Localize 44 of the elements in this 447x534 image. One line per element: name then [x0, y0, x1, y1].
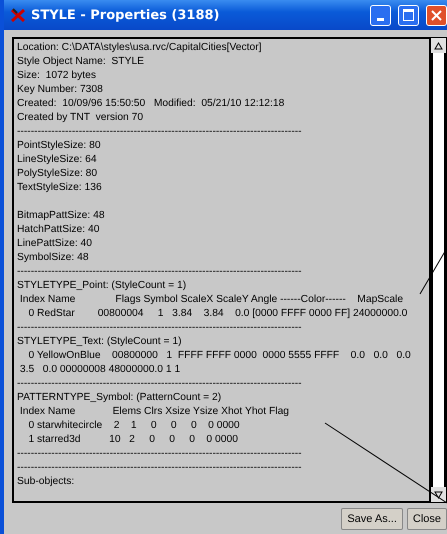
close-button[interactable]: [426, 4, 447, 26]
down-triangle-icon: [434, 490, 443, 498]
scroll-down-button[interactable]: [431, 487, 446, 502]
properties-line: SymbolSize: 48: [17, 251, 90, 265]
properties-line: TextStyleSize: 136: [17, 181, 103, 195]
properties-line: PATTERNTYPE_Symbol: (PatternCount = 2): [17, 391, 222, 405]
properties-line: Index Name Flags Symbol ScaleX ScaleY Angle ------Color------ MapScale: [18, 293, 404, 307]
vertical-scrollbar[interactable]: [430, 37, 447, 503]
properties-line: -----------------------------------------------------------------------------------: [17, 321, 303, 335]
properties-line: Created: 10/09/96 15:50:50 Modified: 05/21/10 12:12:18: [17, 97, 286, 111]
close-dialog-button[interactable]: Close: [406, 508, 447, 530]
properties-line: Key Number: 7308: [17, 83, 104, 97]
properties-line: Size: 1072 bytes: [17, 69, 97, 83]
properties-line: LinePattSize: 40: [17, 237, 93, 251]
up-triangle-icon: [434, 42, 443, 50]
properties-line: -----------------------------------------------------------------------------------: [17, 265, 303, 279]
properties-line: -----------------------------------------------------------------------------------: [17, 125, 303, 139]
properties-line: Location: C:\DATA\styles\usa.rvc/CapitalCities[Vector]: [17, 41, 263, 55]
properties-line: 0 RedStar 00800004 1 3.84 3.84 0.0 [0000 FFFF 0000 FF] 24000000.0: [27, 307, 408, 321]
window-title: STYLE - Properties (3188): [31, 8, 220, 22]
properties-line: 0 YellowOnBlue 00800000 1 FFFF FFFF 0000 0000 5555 FFFF 0.0 0.0 0.0: [27, 349, 412, 363]
properties-line: Style Object Name: STYLE: [17, 55, 146, 69]
minimize-button[interactable]: [370, 4, 391, 26]
properties-line: STYLETYPE_Text: (StyleCount = 1): [17, 335, 183, 349]
close-icon: [431, 10, 442, 20]
properties-line: -----------------------------------------------------------------------------------: [17, 377, 303, 391]
scroll-up-button[interactable]: [431, 38, 446, 53]
properties-line: -----------------------------------------------------------------------------------: [17, 461, 303, 475]
properties-line: Index Name Elems Clrs Xsize Ysize Xhot Yhot Flag: [18, 405, 290, 419]
properties-line: PointStyleSize: 80: [17, 139, 102, 153]
properties-line: -----------------------------------------------------------------------------------: [17, 447, 303, 461]
properties-line: 3.5 0.0 00000008 48000000.0 1 1: [18, 363, 182, 377]
properties-line: 1 starred3d 10 2 0 0 0 0 0000: [27, 433, 239, 447]
properties-line: PolyStyleSize: 80: [17, 167, 98, 181]
properties-line: Sub-objects:: [17, 475, 76, 489]
properties-line: 0 starwhitecircle 2 1 0 0 0 0 0000: [27, 419, 241, 433]
properties-line: LineStyleSize: 64: [17, 153, 98, 167]
save-as-button[interactable]: Save As...: [341, 508, 403, 530]
crossed-tools-icon: [10, 7, 26, 23]
properties-line: BitmapPattSize: 48: [17, 209, 106, 223]
maximize-button[interactable]: [398, 4, 419, 26]
properties-line: Created by TNT version 70: [17, 111, 144, 125]
properties-line: STYLETYPE_Point: (StyleCount = 1): [17, 279, 188, 293]
properties-line: HatchPattSize: 40: [17, 223, 100, 237]
